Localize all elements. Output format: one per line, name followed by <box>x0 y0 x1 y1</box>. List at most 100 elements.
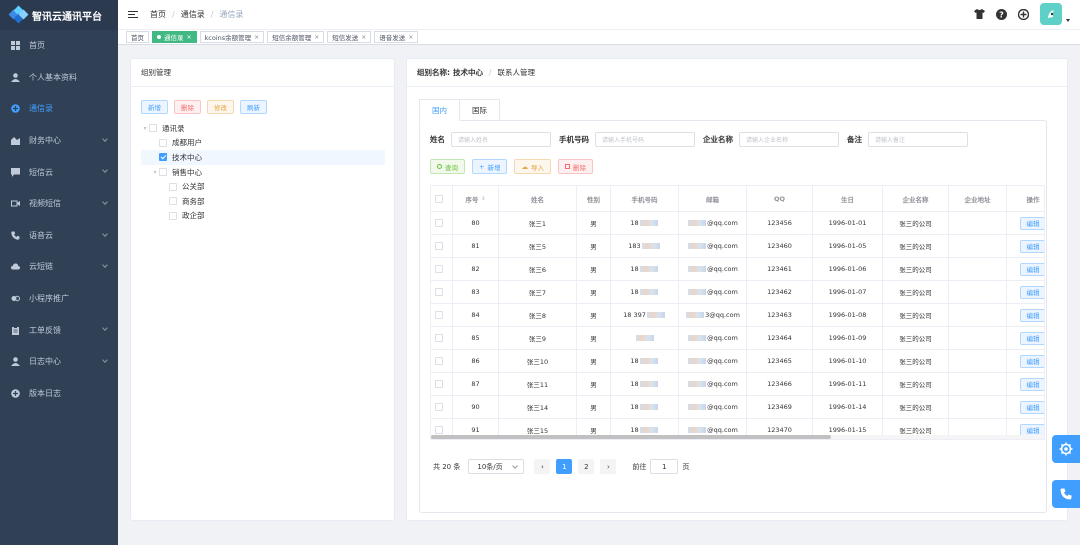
cell-action: 编辑 <box>1007 258 1044 280</box>
page-2-button[interactable]: 2 <box>578 459 595 474</box>
tree-checkbox[interactable] <box>149 124 157 133</box>
group-delete-button[interactable]: 删除 <box>174 100 201 114</box>
row-checkbox[interactable] <box>435 265 443 273</box>
row-checkbox[interactable] <box>435 380 443 388</box>
breadcrumb-item-home[interactable]: 首页 <box>150 9 166 20</box>
plus-circle-icon <box>11 389 20 398</box>
edit-row-button[interactable]: 编辑 <box>1019 216 1044 230</box>
sidebar-item-6[interactable]: 语音云 <box>0 220 118 252</box>
delete-contact-button[interactable]: 删除 <box>557 159 593 174</box>
page-1-button[interactable]: 1 <box>556 459 573 474</box>
caret-down-icon[interactable]: ▾ <box>151 169 159 176</box>
group-edit-button[interactable]: 修改 <box>207 100 234 114</box>
caret-down-icon[interactable]: ▾ <box>141 125 149 132</box>
close-icon[interactable]: × <box>187 34 192 41</box>
tree-node[interactable]: 成都用户 <box>141 136 385 151</box>
tag-5[interactable]: 语音发送 × <box>374 31 419 43</box>
avatar[interactable] <box>1040 3 1062 25</box>
remark-input[interactable]: 请输入备注 <box>868 132 968 147</box>
pagination-total: 共 20 条 <box>433 462 461 471</box>
prev-page-button[interactable]: ‹ <box>534 459 551 474</box>
edit-row-button[interactable]: 编辑 <box>1019 239 1044 253</box>
close-icon[interactable]: × <box>254 34 259 41</box>
goto-page-input[interactable]: 1 <box>650 459 679 474</box>
import-button[interactable]: ☁ 导入 <box>514 159 551 174</box>
cell-address <box>949 212 1007 234</box>
page-size-select[interactable]: 10条/页 <box>468 459 525 474</box>
sidebar-item-5[interactable]: 视频短信 <box>0 188 118 220</box>
close-icon[interactable]: × <box>361 34 366 41</box>
fullscreen-icon[interactable] <box>1017 8 1029 20</box>
tree-node[interactable]: ▾ 销售中心 <box>141 165 385 180</box>
table-row: 85 张三9 男 @qq.com 123464 1996-01-09 张三的公司 编辑 <box>431 327 1044 350</box>
sidebar-item-3[interactable]: 财务中心 <box>0 125 118 157</box>
edit-row-button[interactable]: 编辑 <box>1019 308 1044 322</box>
select-all-checkbox[interactable] <box>435 194 443 203</box>
tree-node[interactable]: 政企部 <box>141 209 385 224</box>
tree-checkbox[interactable] <box>159 153 167 162</box>
next-page-button[interactable]: › <box>600 459 617 474</box>
tree-checkbox[interactable] <box>159 138 167 147</box>
row-checkbox[interactable] <box>435 288 443 296</box>
search-button[interactable]: 查询 <box>430 159 465 174</box>
edit-row-button[interactable]: 编辑 <box>1019 262 1044 276</box>
row-checkbox[interactable] <box>435 242 443 250</box>
sidebar-item-10[interactable]: 日志中心 <box>0 346 118 378</box>
company-input[interactable]: 请输入企业名称 <box>739 132 839 147</box>
logo[interactable]: 智讯云通讯平台 <box>0 0 118 30</box>
tag-1[interactable]: 通信录 × <box>152 31 197 43</box>
add-contact-button[interactable]: + 新增 <box>472 159 508 174</box>
row-checkbox[interactable] <box>435 426 443 434</box>
sidebar-item-0[interactable]: 首页 <box>0 30 118 62</box>
hamburger-icon[interactable] <box>128 10 138 19</box>
edit-row-button[interactable]: 编辑 <box>1019 377 1044 391</box>
group-add-button[interactable]: 新增 <box>141 100 168 114</box>
phone-input[interactable]: 请输入手机号码 <box>595 132 695 147</box>
tag-3[interactable]: 短信余额管理 × <box>267 31 325 43</box>
tree-node[interactable]: 技术中心 <box>141 150 385 165</box>
row-checkbox[interactable] <box>435 219 443 227</box>
settings-fab[interactable] <box>1052 435 1080 463</box>
sidebar-item-9[interactable]: 工单反馈 <box>0 314 118 346</box>
sidebar-item-7[interactable]: 云短链 <box>0 251 118 283</box>
cell-name: 张三14 <box>499 396 577 418</box>
contact-phone-fab[interactable] <box>1052 480 1080 508</box>
row-checkbox[interactable] <box>435 334 443 342</box>
tag-0[interactable]: 首页 <box>126 31 149 43</box>
name-input[interactable]: 请输入姓名 <box>451 132 551 147</box>
user-dropdown-icon[interactable] <box>1066 18 1070 22</box>
sort-icon[interactable]: ⇕ <box>481 196 485 202</box>
tree-checkbox[interactable] <box>159 168 167 177</box>
tree-node[interactable]: ▾ 通讯录 <box>141 121 385 136</box>
sidebar-item-11[interactable]: 版本日志 <box>0 378 118 410</box>
group-refresh-button[interactable]: 刷新 <box>240 100 267 114</box>
tree-node[interactable]: 商务部 <box>141 194 385 209</box>
tshirt-icon[interactable] <box>973 8 985 20</box>
tree-checkbox[interactable] <box>169 197 177 206</box>
table-horizontal-scrollbar[interactable] <box>431 435 1044 439</box>
edit-row-button[interactable]: 编辑 <box>1019 285 1044 299</box>
tag-2[interactable]: kcoins余额管理 × <box>199 31 265 43</box>
sidebar-item-4[interactable]: 短信云 <box>0 156 118 188</box>
breadcrumb-item-contacts[interactable]: 通信录 <box>181 9 205 20</box>
close-icon[interactable]: × <box>314 34 319 41</box>
tree-node[interactable]: 公关部 <box>141 179 385 194</box>
close-icon[interactable]: × <box>408 34 413 41</box>
cell-email: @qq.com <box>679 235 747 257</box>
tab-domestic[interactable]: 国内 <box>419 99 460 121</box>
column-header[interactable]: 序号 ⇕ <box>453 186 499 211</box>
tag-4[interactable]: 短信发送 × <box>327 31 372 43</box>
tree-checkbox[interactable] <box>169 182 177 191</box>
row-checkbox[interactable] <box>435 403 443 411</box>
row-checkbox[interactable] <box>435 357 443 365</box>
sidebar-item-2[interactable]: 通信录 <box>0 93 118 125</box>
tree-checkbox[interactable] <box>169 211 177 220</box>
sidebar-item-8[interactable]: 小程序推广 <box>0 283 118 315</box>
help-icon[interactable]: ? <box>995 8 1007 20</box>
sidebar-item-1[interactable]: 个人基本资料 <box>0 62 118 94</box>
tab-international[interactable]: 国际 <box>460 99 500 121</box>
edit-row-button[interactable]: 编辑 <box>1019 331 1044 345</box>
row-checkbox[interactable] <box>435 311 443 319</box>
edit-row-button[interactable]: 编辑 <box>1019 400 1044 414</box>
edit-row-button[interactable]: 编辑 <box>1019 354 1044 368</box>
